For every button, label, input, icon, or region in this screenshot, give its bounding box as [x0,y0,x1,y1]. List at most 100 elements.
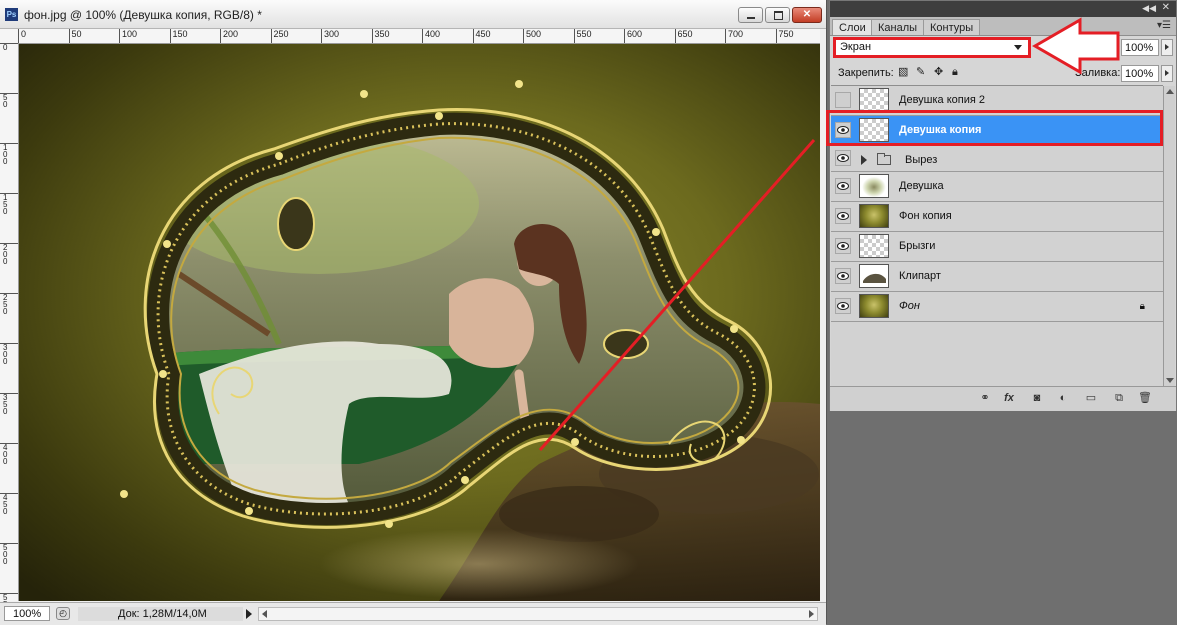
maximize-button[interactable] [765,7,790,23]
scroll-up-icon[interactable] [1166,89,1174,94]
lock-icon: 🔒︎ [1139,301,1145,312]
trash-icon[interactable]: 🗑︎ [1138,392,1152,405]
blend-mode-select[interactable]: Экран [833,37,1031,58]
ruler-tick: 400 [422,29,440,43]
layer-name[interactable]: Фон [899,300,920,312]
ruler-tick: 700 [725,29,743,43]
layer-thumbnail[interactable] [859,264,889,288]
folder-icon [877,153,891,165]
layer-name[interactable]: Девушка копия 2 [899,94,985,106]
ruler-tick: 150 [0,193,18,216]
ruler-tick: 500 [523,29,541,43]
lock-all-icon[interactable]: 🔒︎ [952,67,963,78]
layer-thumbnail[interactable] [859,88,889,112]
ruler-tick: 250 [270,29,289,43]
image-canvas[interactable] [19,44,820,601]
document-size-info: Док: 1,28M/14,0M [78,607,243,621]
visibility-toggle[interactable] [835,178,851,194]
status-info-icon[interactable]: ◴ [56,607,70,620]
layer-thumbnail[interactable] [859,294,889,318]
eye-icon [837,302,849,310]
opacity-slider-button[interactable] [1161,39,1173,56]
layer-name[interactable]: Клипарт [899,270,941,282]
layer-name[interactable]: Девушка [899,180,944,192]
layer-group-vyrez[interactable]: Вырез [831,146,1163,172]
close-button[interactable] [792,7,822,23]
layer-row-klipart[interactable]: Клипарт [831,262,1163,292]
ruler-tick: 350 [0,393,18,416]
ruler-tick: 650 [674,29,693,43]
layer-row-bryzgi[interactable]: Брызги [831,232,1163,262]
layer-name[interactable]: Вырез [905,154,937,166]
artwork [19,44,820,601]
photoshop-icon: Ps [5,8,18,21]
ruler-tick: 200 [220,29,238,43]
layers-panel: ◀◀ ✕ Слои Каналы Контуры ▾☰ Экран 100% З… [829,0,1177,411]
ruler-tick: 0 [18,29,26,43]
ruler-tick: 400 [0,443,18,466]
new-layer-icon[interactable]: ⧉ [1112,392,1126,405]
fill-slider-button[interactable] [1161,65,1173,82]
ruler-tick: 150 [169,29,188,43]
panel-header[interactable]: ◀◀ ✕ [830,1,1176,17]
new-group-icon[interactable]: ▭ [1084,392,1098,405]
panel-tabs: Слои Каналы Контуры ▾☰ [830,17,1176,36]
layer-name[interactable]: Фон копия [899,210,952,222]
mask-icon[interactable]: ◙ [1030,392,1044,405]
ruler-tick: 50 [68,29,82,43]
visibility-toggle[interactable] [835,208,851,224]
tab-layers[interactable]: Слои [832,19,873,35]
visibility-toggle[interactable] [835,150,851,166]
tab-paths[interactable]: Контуры [923,19,981,35]
expand-group-icon[interactable] [861,155,867,165]
layer-name[interactable]: Брызги [899,240,935,252]
tab-channels[interactable]: Каналы [871,19,925,35]
layer-row-devushka[interactable]: Девушка [831,172,1163,202]
ruler-tick: 100 [0,143,18,166]
scroll-right-icon[interactable] [809,610,814,618]
selected-layer-highlight [826,110,1163,146]
eye-icon [837,242,849,250]
visibility-toggle[interactable] [835,92,851,108]
layer-thumbnail[interactable] [859,174,889,198]
ruler-tick: 500 [0,543,18,566]
ruler-tick: 750 [775,29,794,43]
link-icon[interactable]: ⚭ [978,392,992,405]
horizontal-ruler[interactable]: 0 50 100 150 200 250 300 350 400 450 500 550 600 650 7… [18,29,820,44]
scroll-down-icon[interactable] [1166,378,1174,383]
clipart-thumbnail-art [863,273,886,283]
document-window: Ps фон.jpg @ 100% (Девушка копия, RGB/8)… [0,0,827,625]
horizontal-scrollbar[interactable] [258,607,818,621]
opacity-field[interactable]: 100% [1121,39,1159,56]
ruler-origin[interactable] [0,29,19,44]
status-bar: 100% ◴ Док: 1,28M/14,0M [0,602,826,625]
fx-icon[interactable]: fx [1002,392,1016,405]
layer-row-fon[interactable]: Фон 🔒︎ [831,292,1163,322]
panel-menu-icon[interactable]: ▾☰ [1157,20,1171,31]
fill-label: Заливка: [1075,67,1121,79]
ruler-tick: 300 [321,29,339,43]
scroll-left-icon[interactable] [262,610,267,618]
fill-field[interactable]: 100% [1121,65,1159,82]
layer-thumbnail[interactable] [859,234,889,258]
layers-scrollbar[interactable] [1163,86,1175,386]
visibility-toggle[interactable] [835,238,851,254]
layer-row-fon-kopiya[interactable]: Фон копия [831,202,1163,232]
adjustment-icon[interactable]: ◐ [1056,392,1070,405]
status-menu-arrow-icon[interactable] [246,609,252,619]
visibility-toggle[interactable] [835,298,851,314]
lock-position-icon[interactable]: ✥ [934,67,945,78]
zoom-level-field[interactable]: 100% [4,606,50,621]
vertical-ruler[interactable]: 050100150200250300350400450500550 [0,43,19,616]
minimize-button[interactable] [738,7,763,23]
panel-bottom-toolbar: ⚭ fx ◙ ◐ ▭ ⧉ 🗑︎ [830,386,1176,411]
document-title: фон.jpg @ 100% (Девушка копия, RGB/8) * [24,8,262,22]
collapse-panel-icon[interactable]: ◀◀ [1142,3,1156,14]
document-titlebar[interactable]: Ps фон.jpg @ 100% (Девушка копия, RGB/8)… [0,0,826,29]
lock-pixels-icon[interactable]: ✎ [916,67,927,78]
ruler-tick: 200 [0,243,18,266]
layer-thumbnail[interactable] [859,204,889,228]
lock-transparency-icon[interactable]: ▧ [898,67,909,78]
close-panel-icon[interactable]: ✕ [1162,2,1170,13]
visibility-toggle[interactable] [835,268,851,284]
